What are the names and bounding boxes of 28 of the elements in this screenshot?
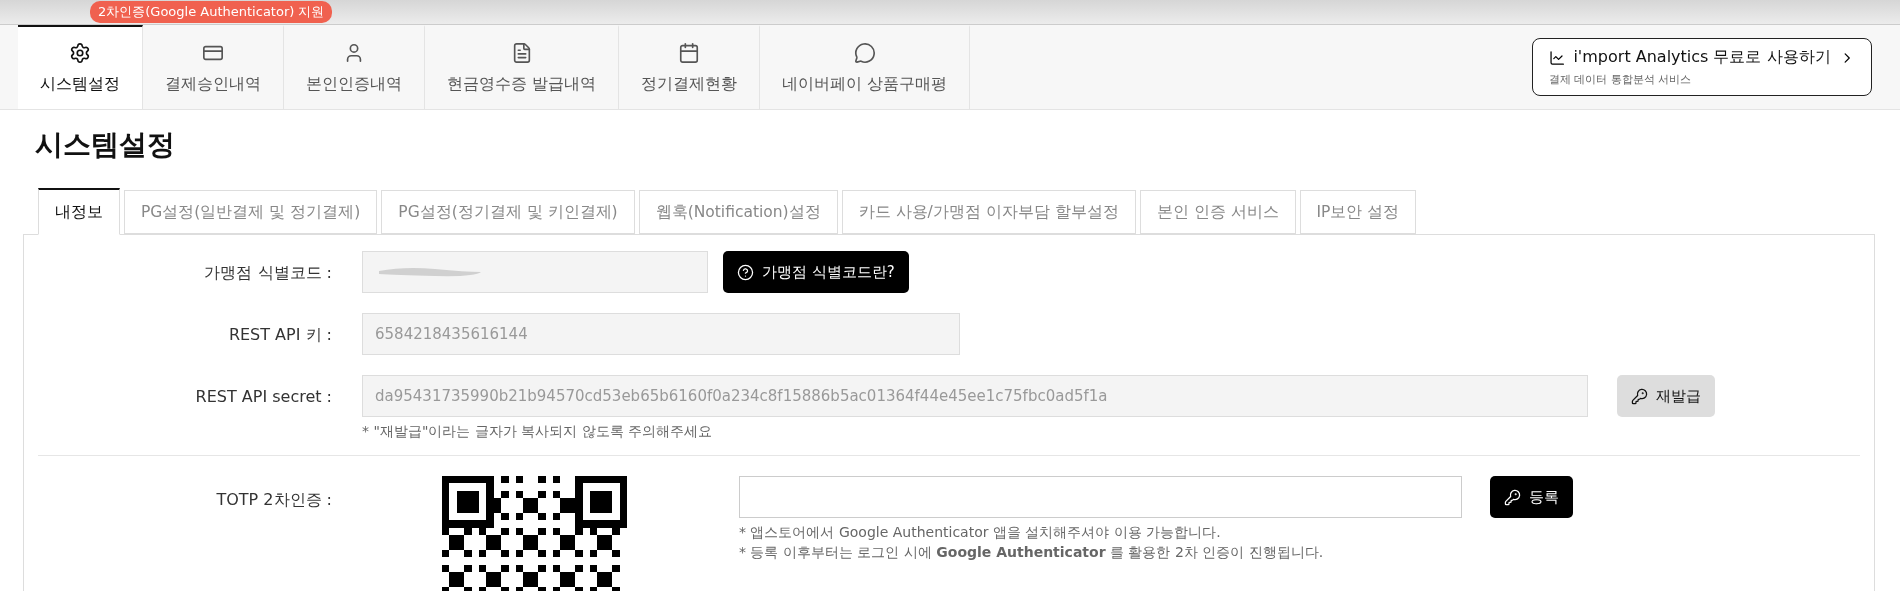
help-note: * 등록 이후부터는 로그인 시에 Google Authenticator 를 활용한 2차 인증이 진행됩니다. (739, 544, 1325, 562)
settings-tab[interactable]: PG설정(정기결제 및 키인결제) (381, 190, 635, 234)
analytics-promo-button[interactable]: i'mport Analytics 무료로 사용하기 결제 데이터 통합분석 서비스 (1532, 38, 1872, 96)
nav-tab[interactable]: 결제승인내역 (143, 25, 284, 109)
settings-tab[interactable]: IP보안 설정 (1299, 190, 1417, 234)
field-label: 가맹점 식별코드 : (203, 262, 332, 284)
field-label: REST API secret : (194, 386, 332, 406)
settings-tab[interactable]: 내정보 (38, 188, 120, 235)
promo-title: i'mport Analytics 무료로 사용하기 (1573, 47, 1831, 68)
nav-tab[interactable]: 네이버페이 상품구매평 (760, 25, 971, 109)
warning-note: * "재발급"이라는 글자가 복사되지 않도록 주의해주세요 (362, 423, 714, 441)
register-button[interactable]: 등록 (1490, 476, 1573, 518)
feature-badge: 2차인증(Google Authenticator) 지원 (90, 1, 333, 23)
field-label: REST API 키 : (227, 324, 332, 346)
nav-tab[interactable]: 현금영수증 발급내역 (425, 25, 620, 109)
help-button[interactable]: 가맹점 식별코드란? (723, 251, 909, 293)
settings-tab[interactable]: PG설정(일반결제 및 정기결제) (124, 190, 378, 234)
field-label: TOTP 2차인증 : (215, 489, 332, 511)
page-title: 시스템설정 (35, 127, 176, 163)
nav-tab[interactable]: 시스템설정 (18, 25, 143, 109)
settings-tab[interactable]: 웹훅(Notification)설정 (638, 190, 838, 234)
nav-tab[interactable]: 본인인증내역 (284, 25, 425, 109)
settings-tab[interactable]: 본인 인증 서비스 (1139, 190, 1296, 234)
nav-tab[interactable]: 정기결제현황 (619, 25, 761, 109)
promo-subtitle: 결제 데이터 통합분석 서비스 (1549, 72, 1693, 87)
help-note: * 앱스토어에서 Google Authenticator 앱을 설치해주셔야 이용 가능합니다. (739, 524, 1222, 542)
settings-tab[interactable]: 카드 사용/가맹점 이자부담 할부설정 (841, 190, 1136, 234)
reissue-button[interactable]: 재발급 (1617, 375, 1715, 417)
